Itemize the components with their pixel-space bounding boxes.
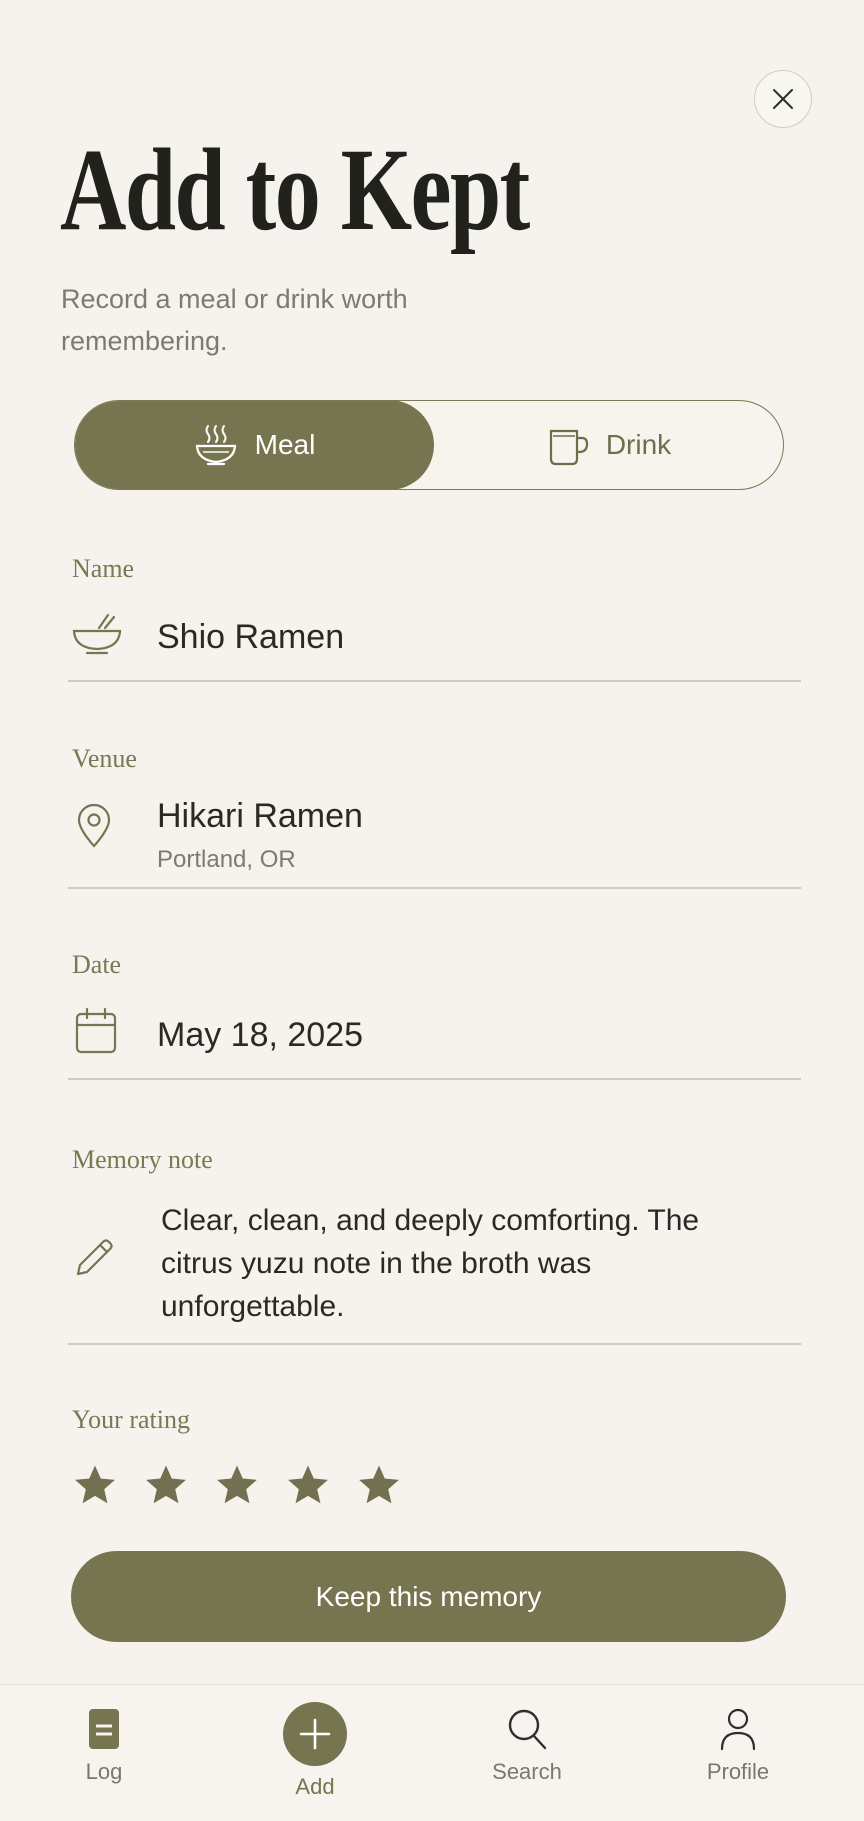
memory-note-input[interactable]: Clear, clean, and deeply comforting. The… <box>161 1199 701 1328</box>
name-label: Name <box>72 554 135 583</box>
tab-search[interactable]: Search <box>457 1707 597 1785</box>
star-icon[interactable] <box>214 1462 260 1508</box>
star-icon[interactable] <box>285 1462 331 1508</box>
pencil-icon <box>76 1239 113 1276</box>
mug-icon <box>549 429 588 466</box>
venue-location: Portland, OR <box>157 846 296 873</box>
tab-log-label: Log <box>85 1759 123 1784</box>
date-label: Date <box>72 950 122 979</box>
calendar-icon <box>75 1007 117 1054</box>
location-pin-icon <box>77 803 111 848</box>
note-field-icon <box>74 1236 116 1283</box>
name-field-icon <box>72 612 122 667</box>
memory-note-label: Memory note <box>72 1145 213 1174</box>
search-icon <box>508 1709 547 1750</box>
drink-option-label: Drink <box>605 429 672 460</box>
page-subtitle: Record a meal or drink worth remembering… <box>61 284 408 356</box>
meal-option-label: Meal <box>254 429 316 460</box>
tab-bar: Log Add Search Profile <box>0 1684 864 1821</box>
steaming-bowl-icon <box>195 425 236 466</box>
tab-profile[interactable]: Profile <box>668 1707 808 1785</box>
venue-label: Venue <box>72 744 137 773</box>
venue-field-icon <box>76 803 112 854</box>
tab-search-label: Search <box>492 1759 562 1784</box>
star-icon[interactable] <box>356 1462 402 1508</box>
divider <box>68 1078 801 1080</box>
star-icon[interactable] <box>72 1462 118 1508</box>
keep-memory-button[interactable]: Keep this memory <box>71 1551 786 1642</box>
drink-option[interactable]: Drink <box>434 401 783 489</box>
rating-label: Your rating <box>72 1405 190 1434</box>
date-input[interactable]: May 18, 2025 <box>157 1016 363 1055</box>
divider <box>68 680 801 682</box>
rating-stars <box>72 1462 402 1508</box>
log-icon <box>89 1709 119 1749</box>
page-title: Add to Kept <box>60 124 530 255</box>
star-icon[interactable] <box>143 1462 189 1508</box>
date-field-icon <box>74 1007 118 1060</box>
meal-option[interactable]: Meal <box>75 401 434 489</box>
close-icon <box>773 89 793 109</box>
profile-icon <box>720 1708 756 1751</box>
venue-input[interactable]: Hikari Ramen <box>157 797 363 836</box>
divider <box>68 1343 801 1345</box>
type-toggle: Meal Drink <box>74 400 784 490</box>
tab-add[interactable]: Add <box>245 1702 385 1800</box>
tab-add-label: Add <box>295 1774 335 1799</box>
tab-profile-label: Profile <box>706 1759 770 1784</box>
divider <box>68 887 801 889</box>
close-button[interactable] <box>754 70 812 128</box>
name-input[interactable]: Shio Ramen <box>157 618 344 657</box>
noodle-bowl-icon <box>72 613 122 655</box>
tab-log[interactable]: Log <box>34 1707 174 1785</box>
add-icon <box>283 1702 347 1766</box>
